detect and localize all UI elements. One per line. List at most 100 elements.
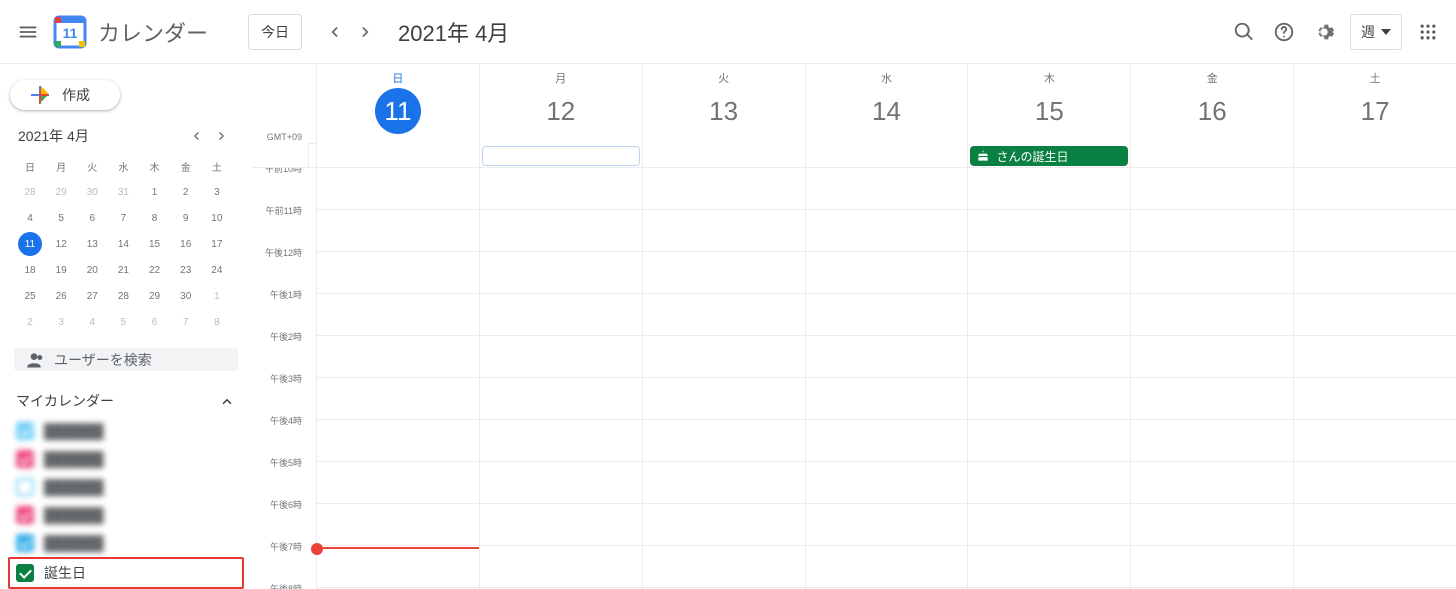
calendar-item[interactable]: ██████ (10, 445, 242, 473)
mini-day[interactable]: 2 (18, 310, 42, 334)
mini-day[interactable]: 10 (205, 206, 229, 230)
hour-label: 午後2時 (252, 330, 308, 372)
calendar-item-birthdays[interactable]: 誕生日 (10, 559, 242, 587)
day-number[interactable]: 13 (701, 88, 747, 134)
mini-prev-month-button[interactable] (184, 124, 208, 148)
calendar-checkbox[interactable] (16, 422, 34, 440)
create-button[interactable]: 作成 (10, 80, 120, 110)
search-people-input[interactable]: ユーザーを検索 (14, 348, 238, 371)
mini-day[interactable]: 1 (143, 180, 167, 204)
mini-day[interactable]: 26 (49, 284, 73, 308)
mini-day[interactable]: 29 (143, 284, 167, 308)
calendar-item[interactable]: ██████ (10, 501, 242, 529)
mini-day[interactable]: 27 (80, 284, 104, 308)
prev-week-button[interactable] (318, 16, 350, 48)
allday-slot[interactable] (1293, 144, 1456, 167)
day-number[interactable]: 17 (1352, 88, 1398, 134)
google-apps-button[interactable] (1408, 12, 1448, 52)
view-switcher-button[interactable]: 週 (1350, 14, 1402, 50)
now-indicator (317, 547, 479, 549)
mini-next-month-button[interactable] (210, 124, 234, 148)
allday-slot[interactable] (316, 144, 479, 167)
allday-slot[interactable] (642, 144, 805, 167)
chevron-left-icon (188, 128, 204, 144)
mini-day[interactable]: 4 (80, 310, 104, 334)
allday-slot[interactable] (479, 144, 642, 167)
today-button[interactable]: 今日 (248, 14, 302, 50)
mini-day[interactable]: 23 (174, 258, 198, 282)
menu-button[interactable] (8, 12, 48, 52)
hour-label: 午前11時 (252, 204, 308, 246)
mini-dow: 木 (143, 154, 167, 178)
mini-day[interactable]: 17 (205, 232, 229, 256)
day-number[interactable]: 16 (1189, 88, 1235, 134)
mini-calendar-title: 2021年 4月 (18, 126, 89, 146)
calendar-item[interactable]: ██████ (10, 473, 242, 501)
calendar-label: ██████ (44, 451, 104, 467)
day-column[interactable] (967, 168, 1130, 589)
allday-event[interactable]: さんの誕生日 (970, 146, 1128, 166)
mini-day[interactable]: 3 (49, 310, 73, 334)
day-number[interactable]: 12 (538, 88, 584, 134)
day-column[interactable] (1293, 168, 1456, 589)
allday-slot[interactable] (1130, 144, 1293, 167)
mini-day[interactable]: 8 (143, 206, 167, 230)
mini-day[interactable]: 3 (205, 180, 229, 204)
calendar-label: 誕生日 (44, 563, 86, 583)
mini-day[interactable]: 18 (18, 258, 42, 282)
calendar-checkbox[interactable] (16, 534, 34, 552)
allday-event[interactable] (482, 146, 640, 166)
mini-day[interactable]: 30 (80, 180, 104, 204)
mini-day[interactable]: 13 (80, 232, 104, 256)
day-column[interactable] (479, 168, 642, 589)
mini-day[interactable]: 24 (205, 258, 229, 282)
mini-day[interactable]: 5 (49, 206, 73, 230)
day-number[interactable]: 11 (375, 88, 421, 134)
calendar-checkbox[interactable] (16, 506, 34, 524)
next-week-button[interactable] (350, 16, 382, 48)
calendar-checkbox[interactable] (16, 450, 34, 468)
mini-day[interactable]: 16 (174, 232, 198, 256)
allday-slot[interactable] (805, 144, 968, 167)
mini-day[interactable]: 6 (80, 206, 104, 230)
mini-day[interactable]: 5 (111, 310, 135, 334)
my-calendars-toggle[interactable]: マイカレンダー (16, 391, 236, 411)
mini-day[interactable]: 29 (49, 180, 73, 204)
calendar-checkbox[interactable] (16, 478, 34, 496)
mini-day[interactable]: 6 (143, 310, 167, 334)
search-button[interactable] (1224, 12, 1264, 52)
day-number[interactable]: 14 (864, 88, 910, 134)
calendar-item[interactable]: ██████ (10, 417, 242, 445)
day-column[interactable] (805, 168, 968, 589)
help-button[interactable] (1264, 12, 1304, 52)
mini-day[interactable]: 2 (174, 180, 198, 204)
mini-day[interactable]: 4 (18, 206, 42, 230)
settings-button[interactable] (1304, 12, 1344, 52)
calendar-checkbox[interactable] (16, 564, 34, 582)
day-column[interactable] (642, 168, 805, 589)
mini-day[interactable]: 9 (174, 206, 198, 230)
mini-day[interactable]: 11 (18, 232, 42, 256)
mini-day[interactable]: 28 (18, 180, 42, 204)
calendar-item[interactable]: ██████ (10, 529, 242, 557)
mini-day[interactable]: 20 (80, 258, 104, 282)
day-column[interactable] (316, 168, 479, 589)
mini-day[interactable]: 7 (174, 310, 198, 334)
mini-day[interactable]: 1 (205, 284, 229, 308)
mini-day[interactable]: 31 (111, 180, 135, 204)
mini-day[interactable]: 28 (111, 284, 135, 308)
day-column[interactable] (1130, 168, 1293, 589)
mini-day[interactable]: 15 (143, 232, 167, 256)
day-number[interactable]: 15 (1026, 88, 1072, 134)
mini-day[interactable]: 25 (18, 284, 42, 308)
calendar-label: ██████ (44, 479, 104, 495)
mini-day[interactable]: 12 (49, 232, 73, 256)
allday-slot[interactable]: さんの誕生日 (967, 144, 1130, 167)
mini-day[interactable]: 8 (205, 310, 229, 334)
mini-day[interactable]: 21 (111, 258, 135, 282)
mini-day[interactable]: 22 (143, 258, 167, 282)
mini-day[interactable]: 19 (49, 258, 73, 282)
mini-day[interactable]: 30 (174, 284, 198, 308)
mini-day[interactable]: 7 (111, 206, 135, 230)
mini-day[interactable]: 14 (111, 232, 135, 256)
